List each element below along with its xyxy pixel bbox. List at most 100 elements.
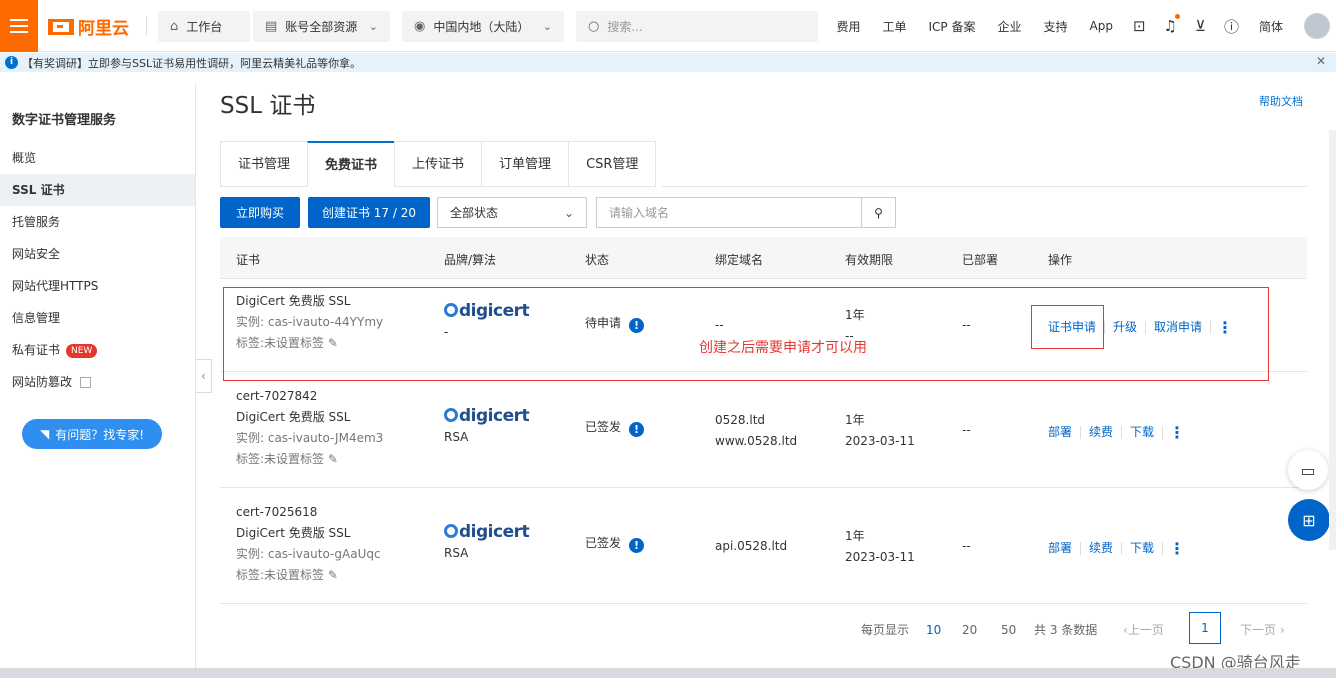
exclamation-icon[interactable]: ! (629, 422, 645, 437)
nav-fees[interactable]: 费用 (825, 18, 871, 35)
scrollbar[interactable] (1329, 130, 1336, 550)
help-icon[interactable]: ⓘ (1215, 16, 1248, 37)
cert-name[interactable]: cert-7027842 (236, 386, 383, 407)
notification-dot (1174, 14, 1180, 19)
cert-algo: RSA (444, 430, 469, 444)
sidebar-item-info[interactable]: 信息管理 (0, 302, 195, 334)
expiry: 2023-03-11 (845, 434, 915, 448)
more-vertical-icon[interactable]: ⋮ (1169, 539, 1185, 558)
exclamation-icon[interactable]: ! (629, 538, 645, 553)
page-size-20[interactable]: 20 (962, 623, 977, 637)
workbench-button[interactable]: ⌂ 工作台 (158, 11, 250, 42)
notice-text[interactable]: 【有奖调研】立即参与SSL证书易用性调研，阿里云精美礼品等你拿。 (22, 55, 361, 71)
annotation-box-row (223, 287, 1269, 381)
column-header: 品牌/算法 (444, 253, 497, 267)
sidebar-item-private-cert[interactable]: 私有证书 NEW (0, 334, 195, 366)
row-actions: 部署 续费 下载 ⋮ (1040, 423, 1185, 442)
current-page[interactable]: 1 (1189, 612, 1221, 644)
renew-link[interactable]: 续费 (1081, 426, 1123, 439)
chevron-down-icon: ⌄ (563, 205, 574, 220)
column-header: 状态 (585, 253, 610, 267)
avatar[interactable] (1304, 13, 1330, 39)
cert-status: 已签发! (585, 533, 645, 554)
annotation-text: 创建之后需要申请才可以用 (699, 340, 867, 356)
sidebar-item-tamper[interactable]: 网站防篡改 (0, 366, 195, 398)
sidebar-item-ssl[interactable]: SSL 证书 (0, 174, 195, 206)
cert-status: 已签发! (585, 417, 645, 438)
nav-icp[interactable]: ICP 备案 (917, 18, 986, 35)
sidebar-item-overview[interactable]: 概览 (0, 142, 195, 174)
taskbar (0, 668, 1336, 678)
help-doc-link[interactable]: 帮助文档 (1259, 93, 1303, 109)
digicert-logo: digicert (444, 406, 530, 427)
deploy-link[interactable]: 部署 (1040, 426, 1082, 439)
cert-tag[interactable]: 标签:未设置标签 ✎ (236, 565, 381, 586)
deploy-link[interactable]: 部署 (1040, 542, 1082, 555)
chevron-down-icon: ⌄ (368, 20, 378, 33)
bound-domain: www.0528.ltd (715, 434, 798, 448)
status-select[interactable]: 全部状态 ⌄ (437, 197, 587, 228)
tab-upload-cert[interactable]: 上传证书 (394, 141, 482, 187)
collapse-sidebar-icon[interactable]: ‹ (196, 359, 212, 393)
edit-icon[interactable]: ✎ (328, 568, 338, 582)
top-bar: 阿里云 ⌂ 工作台 ▤ 账号全部资源 ⌄ ◉ 中国内地（大陆） ⌄ ○ 搜索... 费用 工… (0, 0, 1336, 52)
cart-icon[interactable]: ⊻ (1186, 17, 1215, 35)
column-header: 证书 (236, 253, 261, 267)
download-link[interactable]: 下载 (1122, 426, 1164, 439)
top-right-nav: 费用 工单 ICP 备案 企业 支持 App ⊡ ♫ ⊻ ⓘ 简体 (825, 0, 1336, 52)
buy-button[interactable]: 立即购买 (220, 197, 300, 228)
aliyun-logo[interactable]: 阿里云 (48, 14, 129, 39)
close-icon[interactable]: ✕ (1316, 54, 1326, 68)
download-link[interactable]: 下载 (1122, 542, 1164, 555)
validity: 1年 (845, 413, 865, 427)
list-icon: ▤ (265, 19, 278, 34)
deployed: -- (962, 539, 971, 553)
total-count: 共 3 条数据 (1034, 623, 1098, 637)
region-dropdown[interactable]: ◉ 中国内地（大陆） ⌄ (402, 11, 564, 42)
tab-order-management[interactable]: 订单管理 (481, 141, 569, 187)
resources-dropdown[interactable]: ▤ 账号全部资源 ⌄ (253, 11, 390, 42)
cert-name[interactable]: cert-7025618 (236, 502, 381, 523)
expiry: 2023-03-11 (845, 550, 915, 564)
terminal-icon[interactable]: ⊡ (1124, 17, 1155, 35)
tab-csr-management[interactable]: CSR管理 (568, 141, 657, 187)
cert-tag[interactable]: 标签:未设置标签 ✎ (236, 449, 383, 470)
tab-cert-management[interactable]: 证书管理 (220, 141, 308, 187)
chevron-down-icon: ⌄ (542, 20, 552, 33)
page-size-50[interactable]: 50 (1001, 623, 1016, 637)
column-header: 绑定域名 (715, 253, 764, 267)
annotation-box-apply (1031, 305, 1104, 349)
edit-icon[interactable]: ✎ (328, 452, 338, 466)
search-icon[interactable]: ⚲ (861, 198, 895, 227)
sidebar-item-proxy-https[interactable]: 网站代理HTTPS (0, 270, 195, 302)
nav-app[interactable]: App (1079, 19, 1124, 33)
nav-enterprise[interactable]: 企业 (986, 18, 1032, 35)
expert-button[interactable]: ◥ 有问题？找专家! (22, 419, 162, 449)
apps-grid-icon[interactable]: ⊞ (1288, 499, 1330, 541)
nav-tickets[interactable]: 工单 (871, 18, 917, 35)
domain-search-input[interactable]: 请输入域名 ⚲ (596, 197, 896, 228)
table-header: 证书 品牌/算法 状态 绑定域名 有效期限 已部署 操作 (220, 237, 1307, 279)
tab-free-cert[interactable]: 免费证书 (307, 141, 395, 187)
divider (662, 186, 1307, 187)
divider (146, 16, 147, 36)
global-search-input[interactable]: ○ 搜索... (576, 11, 818, 42)
sidebar-item-site-security[interactable]: 网站安全 (0, 238, 195, 270)
prev-page[interactable]: ‹上一页 (1123, 621, 1164, 638)
sidebar-item-hosting[interactable]: 托管服务 (0, 206, 195, 238)
next-page[interactable]: 下一页 › (1240, 621, 1285, 638)
language-switch[interactable]: 简体 (1248, 18, 1294, 35)
feedback-icon[interactable]: ▭ (1288, 450, 1328, 490)
cert-product: DigiCert 免费版 SSL (236, 410, 351, 424)
page-size-10[interactable]: 10 (926, 623, 941, 637)
menu-icon[interactable] (0, 0, 38, 52)
more-vertical-icon[interactable]: ⋮ (1169, 423, 1185, 442)
nav-support[interactable]: 支持 (1032, 18, 1078, 35)
info-icon: i (5, 56, 18, 69)
page-title: SSL 证书 (220, 93, 316, 119)
renew-link[interactable]: 续费 (1081, 542, 1123, 555)
bell-icon[interactable]: ♫ (1155, 14, 1186, 35)
cert-algo: RSA (444, 546, 469, 560)
tabs: 证书管理 免费证书 上传证书 订单管理 CSR管理 (220, 141, 657, 187)
create-cert-button[interactable]: 创建证书 17 / 20 (308, 197, 430, 228)
